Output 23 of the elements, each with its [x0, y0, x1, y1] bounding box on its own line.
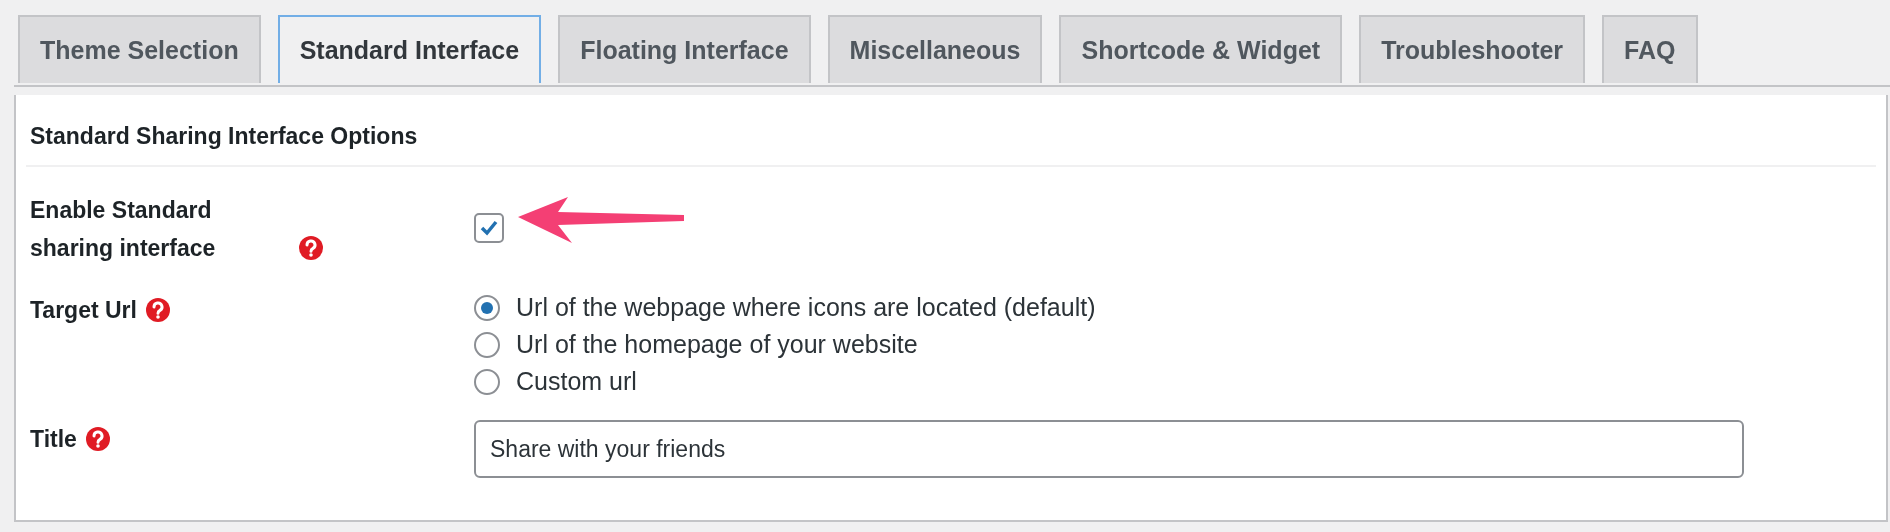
field-label: Enable Standard sharing interface [30, 196, 217, 263]
radio-button[interactable] [474, 331, 500, 358]
title-field[interactable]: Share with your friends [474, 420, 1744, 478]
tab[interactable]: Floating Interface [558, 15, 811, 83]
help-icon[interactable] [298, 235, 324, 261]
radio-label: Url of the homepage of your website [516, 330, 918, 359]
field-label: Target Url [30, 296, 137, 325]
check-icon [479, 218, 499, 238]
field-label: Title [30, 425, 77, 454]
help-icon[interactable] [84, 426, 111, 452]
tab[interactable]: Standard Interface [277, 15, 542, 83]
tab[interactable]: Troubleshooter [1359, 15, 1586, 83]
radio-button[interactable] [474, 294, 500, 321]
checkbox[interactable] [474, 213, 504, 243]
radio-label: Custom url [516, 367, 637, 396]
help-icon[interactable] [144, 297, 171, 323]
tab[interactable]: Miscellaneous [827, 15, 1043, 83]
section-heading: Standard Sharing Interface Options [29, 122, 419, 151]
radio-label: Url of the webpage where icons are located (default) [516, 293, 1096, 322]
tab[interactable]: Shortcode & Widget [1059, 15, 1343, 83]
tab[interactable]: FAQ [1602, 15, 1698, 83]
radio-button[interactable] [474, 368, 500, 395]
tab[interactable]: Theme Selection [18, 15, 261, 83]
